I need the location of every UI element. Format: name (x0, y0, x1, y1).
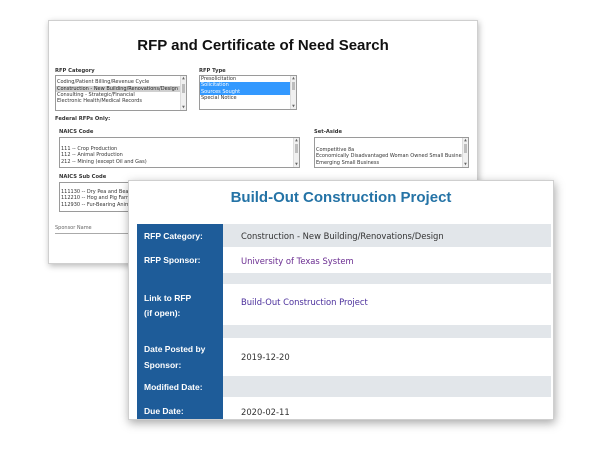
scroll-up-icon[interactable]: ▲ (463, 138, 468, 143)
field-label (137, 273, 223, 284)
rfp-category-option[interactable]: Electronic Health/Medical Records (56, 98, 186, 104)
field-value (223, 376, 551, 397)
scroll-thumb[interactable] (295, 144, 298, 153)
scroll-up-icon[interactable]: ▲ (181, 76, 186, 81)
field-row-modified-date: Modified Date: (137, 376, 551, 397)
scroll-up-icon[interactable]: ▲ (291, 76, 296, 81)
rfp-type-option[interactable]: Special Notice (200, 95, 296, 101)
set-aside-option[interactable]: Economically Disadvantaged Woman Owned S… (315, 153, 468, 159)
scroll-down-icon[interactable]: ▼ (294, 162, 299, 167)
field-row-spacer (137, 273, 551, 284)
field-value: Build-Out Construction Project (223, 284, 551, 325)
field-row-link-to-rfp: Link to RFP (if open): Build-Out Constru… (137, 284, 551, 325)
naics-code-option[interactable]: 212 -- Mining (except Oil and Gas) (60, 159, 299, 165)
sponsor-link[interactable]: University of Texas System (241, 256, 354, 266)
field-value: 2020-02-11 (223, 397, 551, 419)
rfp-category-option-selected[interactable]: Construction - New Building/Renovations/… (56, 85, 186, 92)
search-form-title: RFP and Certificate of Need Search (137, 37, 389, 54)
field-label: Link to RFP (if open): (137, 284, 223, 325)
field-label: Due Date: (137, 397, 223, 419)
scroll-thumb[interactable] (182, 84, 185, 93)
scroll-down-icon[interactable]: ▼ (291, 104, 296, 109)
scroll-down-icon[interactable]: ▼ (463, 162, 468, 167)
rfp-category-scrollbar[interactable]: ▲ ▼ (180, 76, 186, 110)
naics-code-label: NAICS Code (59, 129, 94, 135)
field-label: Modified Date: (137, 376, 223, 397)
rfp-type-select[interactable]: Presolicitation Solicitation Sources Sou… (199, 75, 297, 110)
field-value: University of Texas System (223, 247, 551, 273)
field-label: RFP Sponsor: (137, 247, 223, 273)
project-detail-card: Build-Out Construction Project RFP Categ… (128, 180, 554, 420)
field-value (223, 325, 551, 338)
field-row-rfp-category: RFP Category: Construction - New Buildin… (137, 224, 551, 247)
set-aside-label: Set-Aside (314, 129, 342, 135)
rfp-category-label: RFP Category (55, 68, 95, 74)
naics-code-select[interactable]: 111 -- Crop Production 112 -- Animal Pro… (59, 137, 300, 168)
field-value (223, 273, 551, 284)
project-fields-table: RFP Category: Construction - New Buildin… (137, 224, 551, 419)
federal-rfps-label: Federal RFPs Only: (55, 116, 111, 122)
field-row-date-posted: Date Posted by Sponsor: 2019-12-20 (137, 338, 551, 376)
field-value: Construction - New Building/Renovations/… (223, 224, 551, 247)
field-label: RFP Category: (137, 224, 223, 247)
field-row-rfp-sponsor: RFP Sponsor: University of Texas System (137, 247, 551, 273)
naics-sub-code-label: NAICS Sub Code (59, 174, 107, 180)
scroll-down-icon[interactable]: ▼ (181, 105, 186, 110)
rfp-type-label: RFP Type (199, 68, 226, 74)
field-value: 2019-12-20 (223, 338, 551, 376)
field-row-due-date: Due Date: 2020-02-11 (137, 397, 551, 419)
set-aside-scrollbar[interactable]: ▲ ▼ (462, 138, 468, 167)
set-aside-select[interactable]: Competitive 8a Economically Disadvantage… (314, 137, 469, 168)
rfp-link[interactable]: Build-Out Construction Project (241, 297, 368, 307)
scroll-thumb[interactable] (464, 144, 467, 153)
rfp-type-scrollbar[interactable]: ▲ ▼ (290, 76, 296, 109)
naics-code-scrollbar[interactable]: ▲ ▼ (293, 138, 299, 167)
field-row-spacer (137, 325, 551, 338)
scroll-thumb[interactable] (292, 82, 295, 90)
rfp-category-select[interactable]: Coding/Patient Billing/Revenue Cycle Con… (55, 75, 187, 111)
scroll-up-icon[interactable]: ▲ (294, 138, 299, 143)
set-aside-option[interactable]: Emerging Small Business (315, 160, 468, 166)
field-label: Date Posted by Sponsor: (137, 338, 223, 376)
project-title: Build-Out Construction Project (230, 189, 452, 206)
field-label (137, 325, 223, 338)
